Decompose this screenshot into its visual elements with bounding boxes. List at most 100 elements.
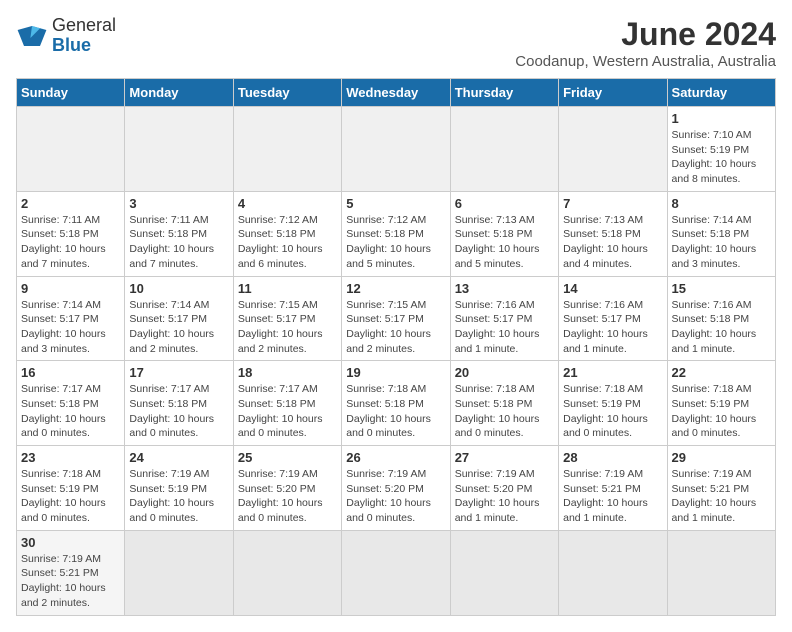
day-info: Sunrise: 7:19 AM Sunset: 5:21 PM Dayligh…	[21, 552, 120, 611]
day-number: 1	[672, 111, 771, 126]
calendar-cell: 6Sunrise: 7:13 AM Sunset: 5:18 PM Daylig…	[450, 191, 558, 276]
header-tuesday: Tuesday	[233, 79, 341, 107]
day-number: 15	[672, 281, 771, 296]
calendar-cell: 10Sunrise: 7:14 AM Sunset: 5:17 PM Dayli…	[125, 276, 233, 361]
day-number: 16	[21, 365, 120, 380]
calendar-cell: 7 Sunrise: 7:13 AM Sunset: 5:18 PM Daylig…	[559, 191, 667, 276]
calendar-cell: 23Sunrise: 7:18 AM Sunset: 5:19 PM Dayli…	[17, 446, 125, 531]
calendar-header-row: SundayMondayTuesdayWednesdayThursdayFrid…	[17, 79, 776, 107]
title-block: June 2024 Coodanup, Western Australia, A…	[515, 16, 776, 70]
logo-icon	[16, 22, 48, 50]
calendar-cell	[233, 530, 341, 615]
calendar-cell: 27Sunrise: 7:19 AM Sunset: 5:20 PM Dayli…	[450, 446, 558, 531]
header-thursday: Thursday	[450, 79, 558, 107]
day-info: Sunrise: 7:18 AM Sunset: 5:19 PM Dayligh…	[21, 467, 120, 526]
day-number: 24	[129, 450, 228, 465]
calendar-cell	[559, 530, 667, 615]
calendar-cell: 18Sunrise: 7:17 AM Sunset: 5:18 PM Dayli…	[233, 361, 341, 446]
calendar-cell	[667, 530, 775, 615]
day-number: 13	[455, 281, 554, 296]
day-number: 27	[455, 450, 554, 465]
day-number: 22	[672, 365, 771, 380]
day-number: 28	[563, 450, 662, 465]
day-info: Sunrise: 7:18 AM Sunset: 5:19 PM Dayligh…	[563, 382, 662, 441]
calendar-cell	[450, 530, 558, 615]
calendar-cell: 26 Sunrise: 7:19 AM Sunset: 5:20 PM Dayli…	[342, 446, 450, 531]
location-subtitle: Coodanup, Western Australia, Australia	[515, 53, 776, 70]
calendar-cell: 13 Sunrise: 7:16 AM Sunset: 5:17 PM Dayli…	[450, 276, 558, 361]
day-info: Sunrise: 7:12 AM Sunset: 5:18 PM Dayligh…	[238, 213, 337, 272]
day-number: 8	[672, 196, 771, 211]
day-number: 4	[238, 196, 337, 211]
calendar-cell	[342, 107, 450, 192]
calendar-cell: 19Sunrise: 7:18 AM Sunset: 5:18 PM Dayli…	[342, 361, 450, 446]
calendar-cell: 9 Sunrise: 7:14 AM Sunset: 5:17 PM Daylig…	[17, 276, 125, 361]
day-info: Sunrise: 7:10 AM Sunset: 5:19 PM Dayligh…	[672, 128, 771, 187]
calendar-week-row: 1 Sunrise: 7:10 AM Sunset: 5:19 PM Daylig…	[17, 107, 776, 192]
day-number: 2	[21, 196, 120, 211]
calendar-week-row: 9 Sunrise: 7:14 AM Sunset: 5:17 PM Daylig…	[17, 276, 776, 361]
calendar-cell: 8 Sunrise: 7:14 AM Sunset: 5:18 PM Daylig…	[667, 191, 775, 276]
day-number: 7	[563, 196, 662, 211]
day-info: Sunrise: 7:16 AM Sunset: 5:17 PM Dayligh…	[563, 298, 662, 357]
calendar-cell: 17Sunrise: 7:17 AM Sunset: 5:18 PM Dayli…	[125, 361, 233, 446]
calendar-week-row: 16 Sunrise: 7:17 AM Sunset: 5:18 PM Dayli…	[17, 361, 776, 446]
calendar-cell: 12Sunrise: 7:15 AM Sunset: 5:17 PM Dayli…	[342, 276, 450, 361]
day-number: 11	[238, 281, 337, 296]
calendar-week-row: 2 Sunrise: 7:11 AM Sunset: 5:18 PM Daylig…	[17, 191, 776, 276]
day-info: Sunrise: 7:18 AM Sunset: 5:18 PM Dayligh…	[455, 382, 554, 441]
day-info: Sunrise: 7:15 AM Sunset: 5:17 PM Dayligh…	[238, 298, 337, 357]
calendar-table: SundayMondayTuesdayWednesdayThursdayFrid…	[16, 78, 776, 616]
day-info: Sunrise: 7:19 AM Sunset: 5:21 PM Dayligh…	[672, 467, 771, 526]
day-number: 5	[346, 196, 445, 211]
calendar-cell: 22 Sunrise: 7:18 AM Sunset: 5:19 PM Dayli…	[667, 361, 775, 446]
day-number: 9	[21, 281, 120, 296]
page-header: GeneralBlue June 2024 Coodanup, Western …	[16, 16, 776, 70]
calendar-cell	[125, 107, 233, 192]
day-number: 26	[346, 450, 445, 465]
header-wednesday: Wednesday	[342, 79, 450, 107]
day-number: 25	[238, 450, 337, 465]
calendar-week-row: 30 Sunrise: 7:19 AM Sunset: 5:21 PM Dayli…	[17, 530, 776, 615]
calendar-cell: 1 Sunrise: 7:10 AM Sunset: 5:19 PM Daylig…	[667, 107, 775, 192]
day-number: 10	[129, 281, 228, 296]
header-sunday: Sunday	[17, 79, 125, 107]
day-info: Sunrise: 7:11 AM Sunset: 5:18 PM Dayligh…	[129, 213, 228, 272]
day-number: 14	[563, 281, 662, 296]
calendar-cell: 21Sunrise: 7:18 AM Sunset: 5:19 PM Dayli…	[559, 361, 667, 446]
calendar-cell: 5Sunrise: 7:12 AM Sunset: 5:18 PM Daylig…	[342, 191, 450, 276]
calendar-cell	[559, 107, 667, 192]
calendar-cell	[125, 530, 233, 615]
day-number: 29	[672, 450, 771, 465]
calendar-cell: 2 Sunrise: 7:11 AM Sunset: 5:18 PM Daylig…	[17, 191, 125, 276]
calendar-cell: 3Sunrise: 7:11 AM Sunset: 5:18 PM Daylig…	[125, 191, 233, 276]
calendar-cell: 4 Sunrise: 7:12 AM Sunset: 5:18 PM Daylig…	[233, 191, 341, 276]
calendar-cell: 20Sunrise: 7:18 AM Sunset: 5:18 PM Dayli…	[450, 361, 558, 446]
calendar-week-row: 23Sunrise: 7:18 AM Sunset: 5:19 PM Dayli…	[17, 446, 776, 531]
logo: GeneralBlue	[16, 16, 116, 56]
calendar-cell: 14 Sunrise: 7:16 AM Sunset: 5:17 PM Dayli…	[559, 276, 667, 361]
day-info: Sunrise: 7:19 AM Sunset: 5:20 PM Dayligh…	[238, 467, 337, 526]
day-info: Sunrise: 7:19 AM Sunset: 5:20 PM Dayligh…	[346, 467, 445, 526]
day-info: Sunrise: 7:19 AM Sunset: 5:21 PM Dayligh…	[563, 467, 662, 526]
day-info: Sunrise: 7:14 AM Sunset: 5:18 PM Dayligh…	[672, 213, 771, 272]
day-number: 30	[21, 535, 120, 550]
calendar-cell	[342, 530, 450, 615]
day-info: Sunrise: 7:11 AM Sunset: 5:18 PM Dayligh…	[21, 213, 120, 272]
calendar-cell: 16 Sunrise: 7:17 AM Sunset: 5:18 PM Dayli…	[17, 361, 125, 446]
month-year-title: June 2024	[515, 16, 776, 53]
header-saturday: Saturday	[667, 79, 775, 107]
calendar-cell: 11 Sunrise: 7:15 AM Sunset: 5:17 PM Dayli…	[233, 276, 341, 361]
day-info: Sunrise: 7:18 AM Sunset: 5:19 PM Dayligh…	[672, 382, 771, 441]
day-number: 12	[346, 281, 445, 296]
calendar-cell: 29 Sunrise: 7:19 AM Sunset: 5:21 PM Dayli…	[667, 446, 775, 531]
calendar-cell: 28 Sunrise: 7:19 AM Sunset: 5:21 PM Dayli…	[559, 446, 667, 531]
day-info: Sunrise: 7:14 AM Sunset: 5:17 PM Dayligh…	[21, 298, 120, 357]
day-number: 18	[238, 365, 337, 380]
day-info: Sunrise: 7:13 AM Sunset: 5:18 PM Dayligh…	[563, 213, 662, 272]
day-info: Sunrise: 7:16 AM Sunset: 5:17 PM Dayligh…	[455, 298, 554, 357]
calendar-cell: 30 Sunrise: 7:19 AM Sunset: 5:21 PM Dayli…	[17, 530, 125, 615]
calendar-cell	[233, 107, 341, 192]
day-info: Sunrise: 7:17 AM Sunset: 5:18 PM Dayligh…	[21, 382, 120, 441]
calendar-cell	[450, 107, 558, 192]
